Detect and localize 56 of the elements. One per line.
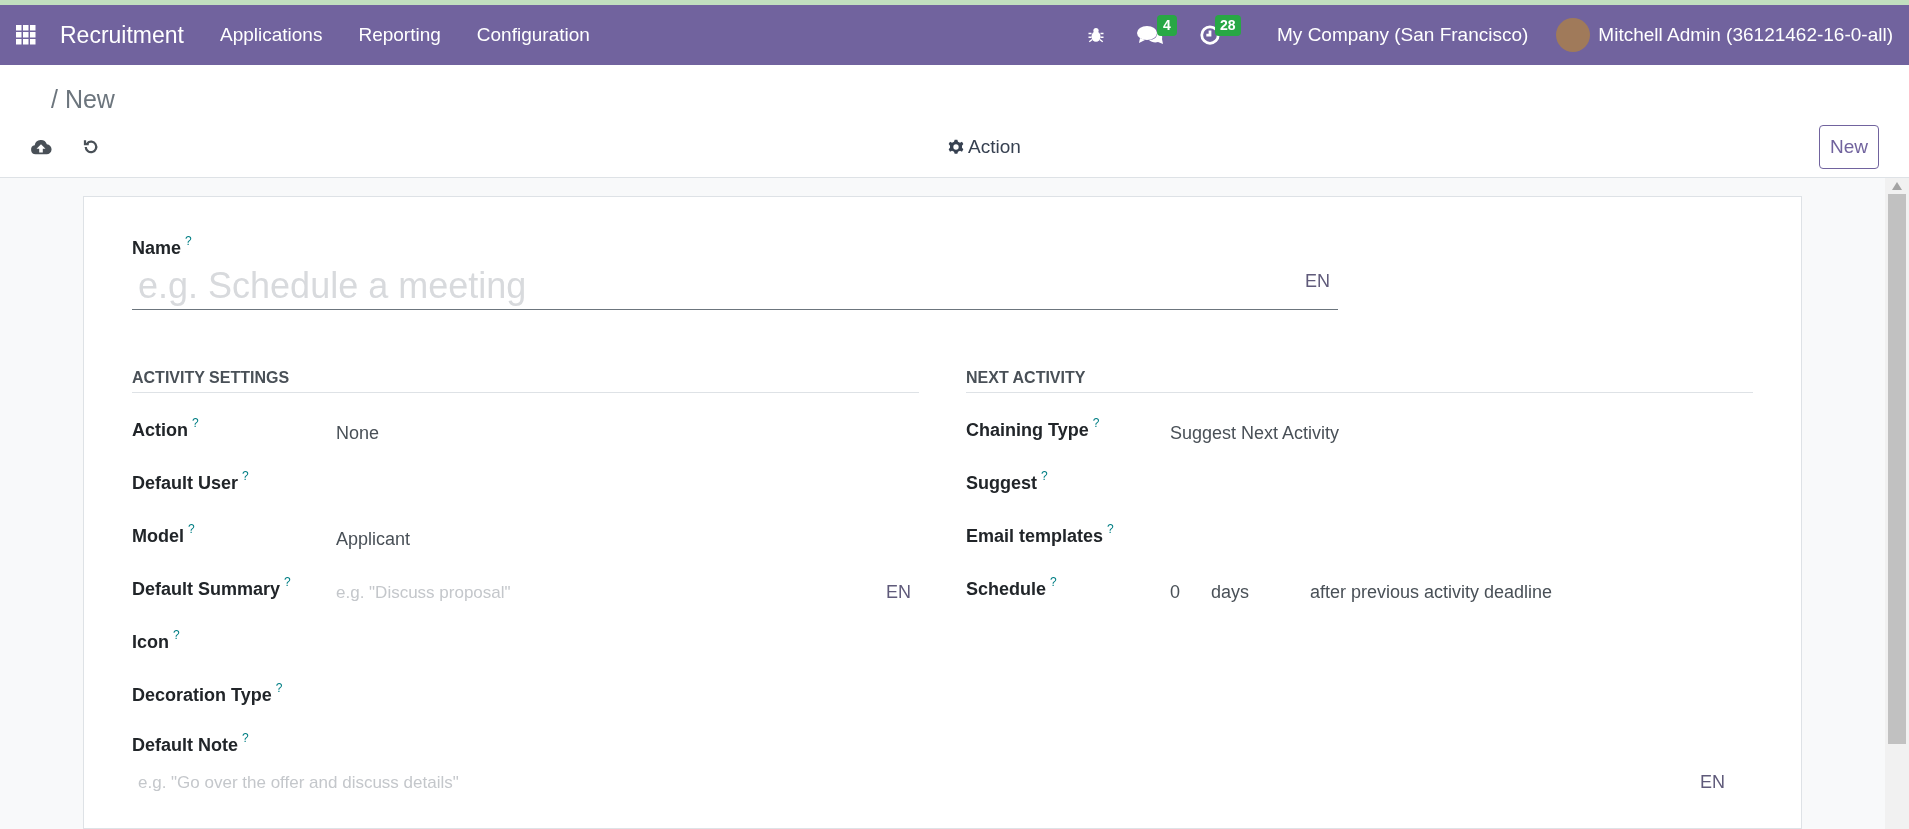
help-mark[interactable]: ? (284, 576, 291, 588)
schedule-unit[interactable]: days (1211, 579, 1310, 606)
scrollbar-thumb[interactable] (1888, 194, 1906, 744)
field-label: Decoration Type (132, 684, 272, 707)
field-label: Default Note (132, 734, 238, 757)
section-title: ACTIVITY SETTINGS (132, 366, 919, 393)
gear-icon (948, 138, 965, 155)
summary-field[interactable]: e.g. "Discuss proposal" (336, 579, 886, 606)
help-mark[interactable]: ? (188, 523, 195, 535)
apps-grid-icon[interactable] (16, 25, 36, 45)
field-label: Schedule (966, 578, 1047, 601)
help-mark[interactable]: ? (1050, 576, 1057, 588)
field-value[interactable]: None (336, 417, 380, 447)
field-label: Default Summary (132, 578, 281, 601)
field-label: Chaining Type (966, 419, 1089, 442)
menu-item[interactable]: Reporting (358, 20, 441, 50)
app-name[interactable]: Recruitment (60, 17, 184, 53)
schedule-type[interactable]: after previous activity deadline (1310, 579, 1553, 606)
help-mark[interactable]: ? (192, 417, 199, 429)
clock-icon[interactable] (1199, 24, 1222, 46)
message-count-badge: 4 (1157, 15, 1177, 36)
help-mark[interactable]: ? (173, 629, 180, 641)
activity-count-badge: 28 (1215, 15, 1241, 36)
company-switcher[interactable]: My Company (San Francisco) (1277, 20, 1529, 50)
section-title: NEXT ACTIVITY (966, 366, 1753, 393)
bug-icon[interactable] (1087, 26, 1106, 44)
action-menu-button[interactable]: Action (948, 132, 1021, 161)
help-mark[interactable]: ? (242, 470, 249, 482)
user-menu[interactable]: Mitchell Admin (36121462-16-0-all) (1598, 20, 1893, 50)
language-button[interactable]: EN (1700, 769, 1725, 796)
field-label: Email templates (966, 525, 1104, 548)
help-mark[interactable]: ? (275, 682, 283, 694)
help-mark[interactable]: ? (1092, 417, 1100, 429)
help-mark[interactable]: ? (1107, 523, 1114, 535)
note-field[interactable]: e.g. "Go over the offer and discuss details" (132, 769, 1700, 796)
field-value[interactable]: Suggest Next Activity (1170, 417, 1340, 447)
field-label: Model (132, 525, 184, 548)
field-value[interactable]: Applicant (336, 523, 411, 553)
field-label: Icon (132, 631, 169, 654)
menu-item[interactable]: Configuration (476, 20, 590, 50)
field-label: Suggest (966, 472, 1037, 495)
help-mark[interactable]: ? (1041, 470, 1048, 482)
language-button[interactable]: EN (886, 579, 911, 606)
field-label: Name (132, 237, 182, 260)
menu-item[interactable]: Applications (220, 20, 323, 50)
chat-icon[interactable] (1137, 24, 1164, 46)
field-label: Action (132, 419, 188, 442)
new-button[interactable]: New (1819, 124, 1879, 169)
cloud-upload-icon[interactable] (30, 137, 52, 156)
schedule-number[interactable]: 0 (1170, 579, 1211, 606)
breadcrumb: / New (51, 85, 115, 113)
undo-icon[interactable] (82, 137, 100, 156)
field-label: Default User (132, 472, 239, 495)
language-button[interactable]: EN (1305, 268, 1330, 295)
help-mark[interactable]: ? (185, 235, 192, 247)
help-mark[interactable]: ? (242, 732, 249, 744)
